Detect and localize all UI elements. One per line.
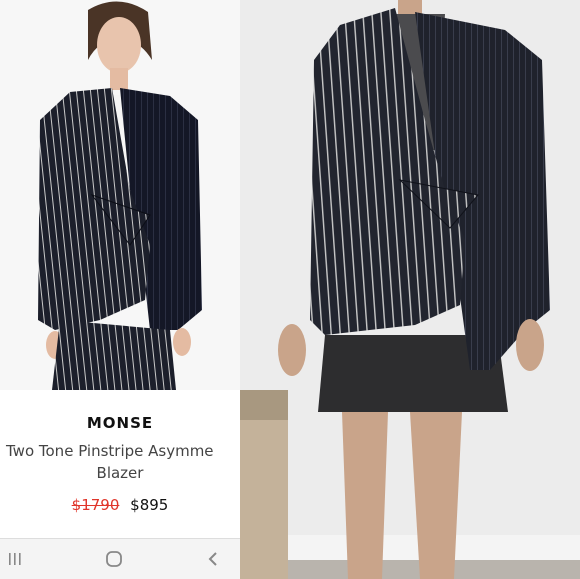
sale-price: $895 [130,496,169,514]
brand-name: MONSE [86,414,154,432]
recent-apps-icon[interactable] [0,547,30,571]
customer-photo [240,0,580,579]
android-nav-bar [0,538,240,579]
price-row: $1790 $895 [0,496,240,514]
back-icon[interactable] [198,547,228,571]
home-icon[interactable] [99,547,129,571]
product-card: MONSE Two Tone Pinstripe Asymme Blazer $… [0,0,240,579]
product-title-line-2: Blazer [96,464,144,482]
product-photo [0,0,240,390]
original-price: $1790 [71,496,120,514]
product-title: Two Tone Pinstripe Asymme Blazer [0,440,240,484]
product-title-line-1: Two Tone Pinstripe Asymme [6,442,214,460]
